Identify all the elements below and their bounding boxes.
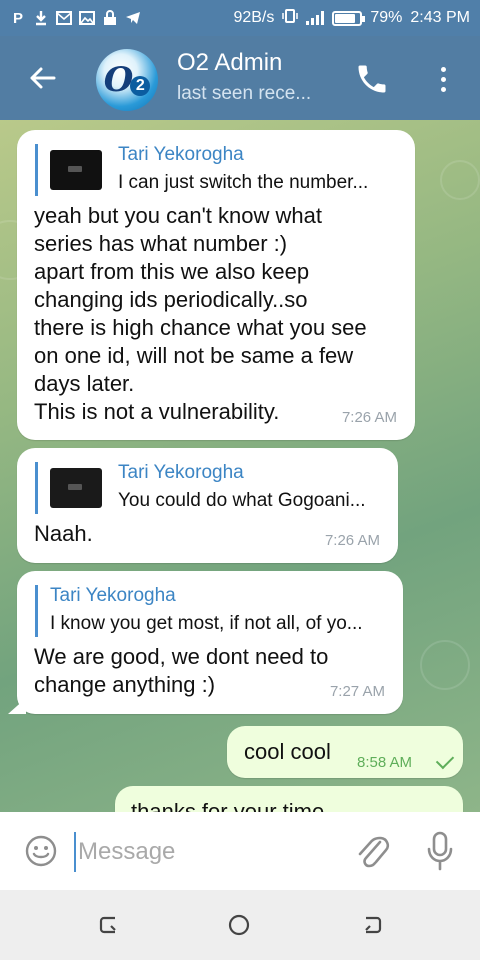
- reply-thumbnail: [50, 150, 102, 190]
- vibrate-icon: [282, 8, 299, 29]
- emoji-button[interactable]: [24, 834, 58, 868]
- home-button[interactable]: [226, 912, 256, 938]
- background-doodle: [440, 160, 480, 200]
- status-bar: P 92B/s 79% 2:43 PM: [0, 0, 480, 36]
- microphone-icon: [427, 831, 453, 871]
- recents-icon: [99, 916, 116, 934]
- message-bubble-outgoing[interactable]: cool cool 8:58 AM: [227, 726, 463, 778]
- signal-icon: [306, 11, 325, 25]
- call-button[interactable]: [354, 61, 390, 97]
- home-circle-icon: [228, 914, 250, 936]
- message-input[interactable]: [74, 832, 344, 872]
- image-icon: [79, 10, 95, 26]
- dot-icon: [440, 66, 446, 72]
- message-text: yeah but you can't know what series has …: [34, 203, 367, 424]
- message-time: 7:26 AM: [324, 532, 380, 549]
- system-nav-bar: [0, 890, 480, 960]
- message-time: 7:26 AM: [341, 409, 397, 426]
- smiley-icon: [25, 835, 57, 867]
- dot-icon: [440, 76, 446, 82]
- reply-quote[interactable]: Tari Yekorogha You could do what Gogoani…: [35, 462, 380, 514]
- battery-icon: [332, 10, 366, 26]
- back-nav-icon: [365, 916, 382, 934]
- parking-icon: P: [12, 9, 23, 27]
- avatar[interactable]: O2: [96, 49, 158, 111]
- reply-author: Tari Yekorogha: [118, 462, 244, 483]
- telegram-icon: [125, 10, 141, 26]
- reply-snippet: I can just switch the number...: [118, 172, 369, 193]
- reply-snippet: I know you get most, if not all, of yo..…: [50, 613, 363, 634]
- back-button[interactable]: [22, 58, 62, 98]
- message-time: 8:58 AM: [357, 754, 413, 771]
- reply-thumbnail: [50, 468, 102, 508]
- more-options-button[interactable]: [430, 61, 456, 97]
- message-bubble-incoming[interactable]: Tari Yekorogha I can just switch the num…: [17, 130, 415, 440]
- avatar-sub: 2: [130, 76, 151, 96]
- message-bubble-incoming[interactable]: Tari Yekorogha I know you get most, if n…: [17, 571, 403, 714]
- message-time: 7:27 AM: [329, 683, 385, 700]
- reply-snippet: You could do what Gogoani...: [118, 490, 366, 511]
- download-icon: [33, 10, 49, 26]
- voice-record-button[interactable]: [424, 830, 456, 872]
- avatar-letter: O: [103, 60, 134, 100]
- dot-icon: [440, 86, 446, 92]
- clock: 2:43 PM: [410, 9, 470, 26]
- back-nav-button[interactable]: [360, 912, 390, 938]
- reply-quote[interactable]: Tari Yekorogha I know you get most, if n…: [35, 585, 385, 637]
- phone-icon: [358, 65, 386, 93]
- message-text: cool cool: [244, 739, 331, 764]
- paperclip-icon: [358, 836, 390, 868]
- recents-button[interactable]: [95, 912, 125, 938]
- lock-icon: [102, 10, 118, 26]
- battery-percent: 79%: [370, 9, 403, 26]
- message-text: Naah.: [34, 521, 93, 546]
- chat-title[interactable]: O2 Admin: [177, 49, 282, 77]
- mail-icon: [56, 10, 72, 26]
- last-seen-status: last seen rece...: [177, 83, 312, 104]
- chat-header: O2 O2 Admin last seen rece...: [0, 36, 480, 120]
- message-bubble-incoming[interactable]: Tari Yekorogha You could do what Gogoani…: [17, 448, 398, 563]
- chat-area[interactable]: Tari Yekorogha I can just switch the num…: [0, 120, 480, 812]
- attach-button[interactable]: [354, 830, 390, 872]
- reply-quote[interactable]: Tari Yekorogha I can just switch the num…: [35, 144, 395, 196]
- reply-author: Tari Yekorogha: [118, 144, 244, 165]
- message-text: We are good, we dont need to change anyt…: [34, 644, 329, 697]
- check-icon: [435, 750, 455, 770]
- notification-icons: P: [10, 9, 141, 27]
- arrow-left-icon: [30, 67, 56, 89]
- message-text: thanks for your time: [131, 799, 325, 812]
- message-bubble-outgoing[interactable]: thanks for your time: [115, 786, 463, 812]
- background-doodle: [420, 640, 470, 690]
- network-speed: 92B/s: [233, 9, 275, 26]
- message-composer: [0, 812, 480, 890]
- reply-author: Tari Yekorogha: [50, 585, 176, 606]
